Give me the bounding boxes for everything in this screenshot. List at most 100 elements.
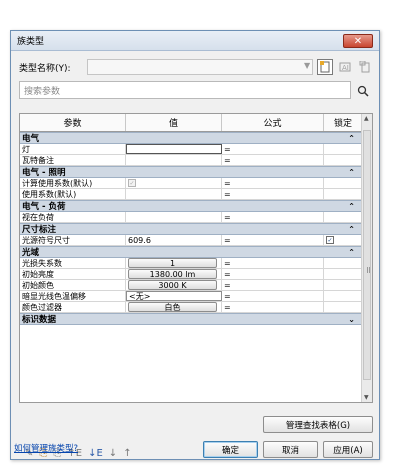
delete-type-button[interactable]	[357, 59, 373, 75]
search-button[interactable]	[354, 82, 371, 99]
parameter-formula[interactable]: =	[222, 280, 324, 290]
parameter-formula[interactable]: =	[222, 212, 324, 222]
collapse-chevron-icon[interactable]: ⌃	[348, 248, 355, 257]
delete-type-icon	[359, 61, 370, 73]
header-value[interactable]: 值	[126, 114, 222, 131]
collapse-chevron-icon[interactable]: ⌃	[348, 168, 355, 177]
collapse-chevron-icon[interactable]: ⌃	[348, 134, 355, 143]
manage-lookup-tables-button[interactable]: 管理查找表格(G)	[263, 416, 373, 433]
new-type-button[interactable]	[317, 59, 334, 75]
parameter-row: 初始颜色 3000 K =	[20, 280, 363, 291]
parameter-formula[interactable]: =	[222, 302, 324, 312]
value-button[interactable]: 白色	[128, 302, 217, 312]
group-title: 电气 - 照明	[22, 168, 66, 178]
lock-cell: ✓	[324, 235, 363, 245]
group-title: 光域	[22, 248, 40, 258]
grid-header: 参数 值 公式 锁定	[20, 114, 363, 132]
group-title: 电气	[22, 134, 40, 144]
title-bar: 族类型	[11, 31, 379, 51]
search-icon	[357, 85, 369, 97]
group-header[interactable]: 标识数据 ⌄	[20, 313, 363, 325]
help-link[interactable]: 如何管理族类型?	[14, 442, 78, 454]
parameter-formula[interactable]: =	[222, 178, 324, 188]
parameter-value[interactable]: 609.6	[126, 235, 222, 245]
group-header[interactable]: 尺寸标注 ⌃	[20, 223, 363, 235]
ok-button[interactable]: 确定	[203, 441, 258, 458]
parameter-value[interactable]	[126, 189, 222, 199]
lock-cell	[324, 189, 363, 199]
group-header[interactable]: 电气 - 负荷 ⌃	[20, 200, 363, 212]
parameter-value[interactable]: 3000 K	[126, 280, 222, 290]
header-formula[interactable]: 公式	[222, 114, 324, 131]
parameter-formula[interactable]: =	[222, 258, 324, 268]
parameter-formula[interactable]: =	[222, 291, 324, 301]
value-button[interactable]: 3000 K	[128, 280, 217, 290]
value-checkbox[interactable]: ✓	[128, 179, 136, 187]
collapse-chevron-icon[interactable]: ⌃	[348, 202, 355, 211]
lock-cell	[324, 212, 363, 222]
parameter-value[interactable]	[126, 212, 222, 222]
apply-button[interactable]: 应用(A)	[323, 441, 373, 458]
collapse-chevron-icon[interactable]: ⌄	[348, 315, 355, 324]
parameter-name: 颜色过滤器	[20, 302, 126, 312]
sort-ascending-icon[interactable]: ↓	[109, 448, 117, 459]
header-parameter[interactable]: 参数	[20, 114, 126, 131]
dropdown-value: <无>	[129, 291, 151, 301]
lock-cell	[324, 280, 363, 290]
parameter-row: 计算使用系数(默认) ✓ =	[20, 178, 363, 189]
grid-body: 电气 ⌃ 灯 = 瓦特备注 = 电气 - 照明 ⌃ 计算使用系数(默认) ✓ = 使用系数(默认) = 电…	[20, 132, 363, 325]
scroll-up-icon[interactable]: ▲	[364, 115, 369, 122]
parameter-name: 暗显光线色温偏移	[20, 291, 126, 301]
header-lock[interactable]: 锁定	[324, 114, 363, 131]
value-button[interactable]: 1380.00 lm	[128, 269, 217, 279]
group-header[interactable]: 电气 - 照明 ⌃	[20, 166, 363, 178]
parameter-row: 颜色过滤器 白色 =	[20, 302, 363, 313]
parameter-row: 视在负荷 =	[20, 212, 363, 223]
group-header[interactable]: 光域 ⌃	[20, 246, 363, 258]
group-header[interactable]: 电气 ⌃	[20, 132, 363, 144]
parameter-name: 使用系数(默认)	[20, 189, 126, 199]
close-button[interactable]: ✕	[343, 34, 373, 48]
parameter-row: 初始亮度 1380.00 lm =	[20, 269, 363, 280]
svg-text:AI: AI	[342, 64, 349, 72]
lock-cell	[324, 302, 363, 312]
parameter-name: 光损失系数	[20, 258, 126, 268]
parameter-name: 初始亮度	[20, 269, 126, 279]
parameter-value[interactable]: 1	[126, 258, 222, 268]
cancel-button[interactable]: 取消	[263, 441, 318, 458]
lock-cell	[324, 291, 363, 301]
parameter-formula[interactable]: =	[222, 144, 324, 154]
parameter-row: 瓦特备注 =	[20, 155, 363, 166]
parameter-name: 瓦特备注	[20, 155, 126, 165]
search-input[interactable]: 搜索参数	[19, 81, 351, 99]
parameter-value[interactable]: ✓	[126, 178, 222, 188]
parameter-formula[interactable]: =	[222, 269, 324, 279]
sort-descending-icon[interactable]: ↑	[123, 448, 131, 459]
lock-checkbox[interactable]: ✓	[326, 236, 334, 244]
type-name-row: 类型名称(Y): ▼ AI	[19, 58, 373, 76]
remove-parameter-icon[interactable]: ↓E	[88, 448, 103, 459]
parameter-value[interactable]: 白色	[126, 302, 222, 312]
parameter-formula[interactable]: =	[222, 235, 324, 245]
parameter-formula[interactable]: =	[222, 155, 324, 165]
parameter-grid: 参数 值 公式 锁定 电气 ⌃ 灯 = 瓦特备注 = 电气 - 照明 ⌃ 计算使用系数(默认) ✓…	[19, 113, 373, 403]
parameter-value[interactable]: 1380.00 lm	[126, 269, 222, 279]
new-type-icon	[320, 61, 330, 73]
type-name-dropdown[interactable]: ▼	[87, 59, 314, 75]
rename-type-button[interactable]: AI	[337, 59, 353, 75]
value-button[interactable]: 1	[128, 258, 217, 268]
scroll-down-icon[interactable]: ▼	[364, 394, 369, 401]
parameter-row: 光源符号尺寸 609.6 = ✓	[20, 235, 363, 246]
collapse-chevron-icon[interactable]: ⌃	[348, 225, 355, 234]
scroll-thumb[interactable]	[363, 130, 371, 380]
lock-cell	[324, 178, 363, 188]
parameter-value[interactable]	[126, 144, 222, 154]
parameter-name: 初始颜色	[20, 280, 126, 290]
rename-icon: AI	[339, 62, 351, 72]
vertical-scrollbar[interactable]: ▲ ▼	[361, 114, 372, 402]
group-title: 标识数据	[22, 315, 57, 325]
dialog-title: 族类型	[17, 37, 45, 47]
parameter-formula[interactable]: =	[222, 189, 324, 199]
parameter-value[interactable]	[126, 155, 222, 165]
value-dropdown[interactable]: <无>	[126, 291, 222, 301]
